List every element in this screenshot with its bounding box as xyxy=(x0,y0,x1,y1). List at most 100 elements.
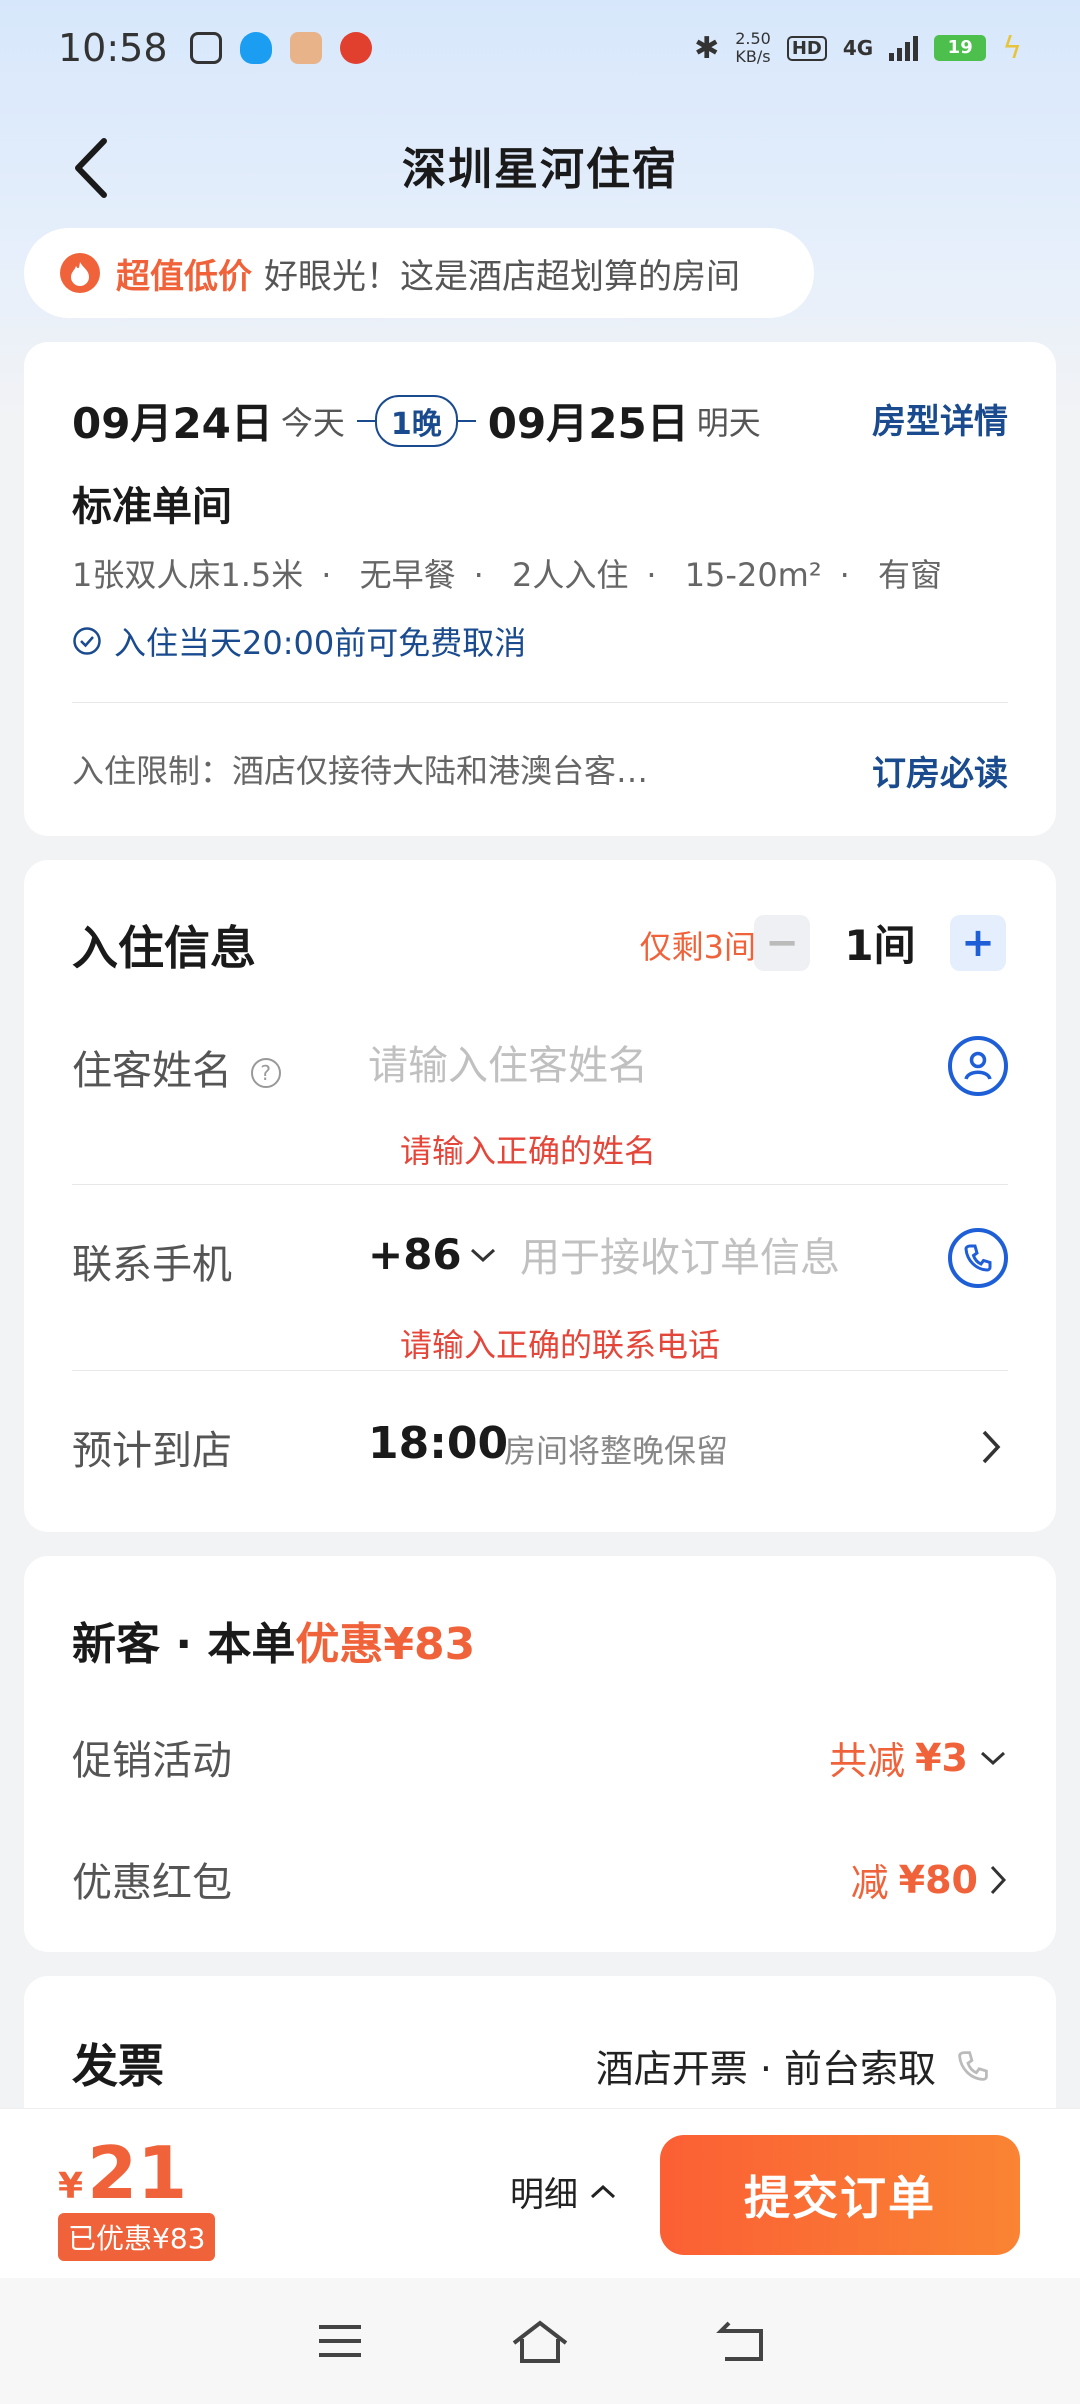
phone-error: 请输入正确的联系电话 xyxy=(400,1326,721,1364)
invoice-row[interactable]: 酒店开票 · 前台索取 xyxy=(596,2038,992,2093)
arrival-note: 房间将整晚保留 xyxy=(504,1432,729,1470)
increase-rooms-button[interactable]: + xyxy=(950,914,1006,971)
menu-button[interactable] xyxy=(300,2301,380,2381)
phone-icon[interactable] xyxy=(948,1228,1008,1288)
saved-badge: 已优惠¥83 xyxy=(58,2213,216,2261)
hd-icon: HD xyxy=(786,35,827,61)
promotion-prefix: 共减 xyxy=(829,1739,906,1783)
chevron-down-icon xyxy=(470,1248,495,1262)
page-title: 深圳星河住宿 xyxy=(402,144,678,195)
guest-name-label: 住客姓名 ? xyxy=(72,1038,281,1096)
chevron-right-icon xyxy=(990,1865,1007,1894)
coupon-row[interactable]: 减 ¥80 xyxy=(851,1852,1008,1907)
promo-tag: 超值低价 xyxy=(116,256,252,297)
back-nav-button[interactable] xyxy=(700,2301,780,2381)
arrival-time[interactable]: 18:00 xyxy=(368,1418,508,1469)
checkin-restriction: 入住限制：酒店仅接待大陆和港澳台客… xyxy=(72,752,649,790)
home-icon xyxy=(512,2320,568,2363)
battery-icon: 19 xyxy=(934,35,987,61)
flame-icon xyxy=(60,253,100,293)
invoice-value: 酒店开票 · 前台索取 xyxy=(595,2047,936,2091)
checkin-day: 今天 xyxy=(280,403,345,442)
status-right: ✱ 2.50 KB/s HD 4G 19 ϟ xyxy=(694,30,1022,66)
chevron-right-icon[interactable] xyxy=(980,1428,1002,1466)
nav-bar: 深圳星河住宿 xyxy=(0,110,1080,220)
nights-badge: 1晚 xyxy=(374,394,458,447)
arrival-label: 预计到店 xyxy=(72,1428,232,1474)
phone-label: 联系手机 xyxy=(72,1242,232,1288)
invoice-title: 发票 xyxy=(72,2039,164,2093)
contact-person-icon[interactable] xyxy=(948,1036,1008,1096)
divider xyxy=(72,1370,1008,1371)
feature-area: 15-20m² xyxy=(684,556,822,594)
promo-banner: 超值低价 好眼光！这是酒店超划算的房间 xyxy=(24,228,814,318)
country-code-selector[interactable]: +86 xyxy=(368,1230,498,1279)
room-stepper: − 1间 + xyxy=(754,912,1006,973)
check-circle-icon xyxy=(73,627,101,655)
room-count: 1间 xyxy=(844,921,916,970)
discount-title-prefix: 新客 · 本单 xyxy=(72,1619,296,1670)
name-error: 请输入正确的姓名 xyxy=(400,1132,657,1170)
room-name: 标准单间 xyxy=(72,484,232,530)
coupon-label: 优惠红包 xyxy=(72,1860,232,1906)
price-detail-label: 明细 xyxy=(510,2175,578,2215)
net-speed-value: 2.50 xyxy=(735,29,771,48)
bluetooth-icon: ✱ xyxy=(694,30,720,66)
cancel-policy: 入住当天20:00前可免费取消 xyxy=(72,618,526,664)
price-detail-button[interactable]: 明细 xyxy=(510,2167,618,2216)
back-arrow-icon xyxy=(75,138,107,198)
price-value: 21 xyxy=(87,2131,188,2215)
help-icon[interactable]: ? xyxy=(250,1058,281,1088)
menu-icon xyxy=(319,2325,361,2357)
signal-icon xyxy=(889,35,919,61)
chevron-down-icon xyxy=(980,1751,1006,1765)
network-type: 4G xyxy=(842,36,874,60)
guest-info-title: 入住信息 xyxy=(72,921,256,975)
phone-input[interactable] xyxy=(520,1228,940,1288)
date-range: 09月24日 今天 1晚 09月25日 明天 xyxy=(72,390,761,451)
coupon-value: ¥80 xyxy=(898,1857,978,1902)
status-time: 10:58 xyxy=(58,26,168,70)
discount-card: 新客 · 本单优惠¥83 促销活动 共减 ¥3 优惠红包 减 ¥80 xyxy=(24,1556,1056,1952)
app-notification-icon xyxy=(189,32,222,64)
promotion-row[interactable]: 共减 ¥3 xyxy=(829,1730,1008,1785)
promotion-value: ¥3 xyxy=(915,1735,968,1780)
promotion-label: 促销活动 xyxy=(72,1738,232,1784)
guest-name-label-text: 住客姓名 xyxy=(72,1048,232,1094)
total-price: ¥ 21 xyxy=(58,2131,187,2215)
room-features: 1张双人床1.5米 · 无早餐 · 2人入住 · 15-20m² · 有窗 xyxy=(72,556,943,594)
system-nav-bar xyxy=(0,2278,1080,2404)
bottom-action-bar: ¥ 21 已优惠¥83 明细 提交订单 xyxy=(0,2108,1080,2278)
room-summary-card: 09月24日 今天 1晚 09月25日 明天 房型详情 标准单间 1张双人床1.… xyxy=(24,342,1056,836)
currency-symbol: ¥ xyxy=(58,2166,84,2207)
chevron-up-icon xyxy=(590,2184,616,2198)
feature-occupancy: 2人入住 xyxy=(511,556,629,594)
net-speed: 2.50 KB/s xyxy=(735,30,771,66)
guest-name-input[interactable] xyxy=(368,1036,928,1096)
room-detail-link[interactable]: 房型详情 xyxy=(872,394,1008,443)
phone-icon xyxy=(958,2050,988,2081)
rooms-left: 仅剩3间 xyxy=(639,928,756,966)
discount-total: 优惠¥83 xyxy=(295,1619,476,1670)
cancel-policy-text: 入住当天20:00前可免费取消 xyxy=(114,624,527,662)
qq-icon xyxy=(239,32,272,64)
guest-info-card: 入住信息 仅剩3间 − 1间 + 住客姓名 ? 请输入正确的姓名 联系手机 +8… xyxy=(24,860,1056,1532)
status-bar: 10:58 ✱ 2.50 KB/s HD 4G 19 ϟ xyxy=(0,0,1080,96)
checkin-date: 09月24日 xyxy=(72,399,273,448)
divider xyxy=(72,1184,1008,1185)
feature-bed: 1张双人床1.5米 xyxy=(72,556,304,594)
coupon-prefix: 减 xyxy=(850,1861,889,1905)
checkout-date: 09月25日 xyxy=(487,399,689,448)
checkout-day: 明天 xyxy=(696,403,761,442)
submit-order-button[interactable]: 提交订单 xyxy=(660,2135,1020,2255)
notification-icons xyxy=(189,32,372,64)
app-notification-icon-2 xyxy=(289,32,322,64)
country-code: +86 xyxy=(368,1230,462,1279)
home-button[interactable] xyxy=(500,2301,580,2381)
back-nav-icon xyxy=(716,2321,763,2361)
charging-icon: ϟ xyxy=(1002,30,1022,66)
must-read-link[interactable]: 订房必读 xyxy=(872,746,1008,795)
weibo-icon xyxy=(339,32,372,64)
decrease-rooms-button[interactable]: − xyxy=(754,914,810,971)
back-button[interactable] xyxy=(60,128,120,208)
